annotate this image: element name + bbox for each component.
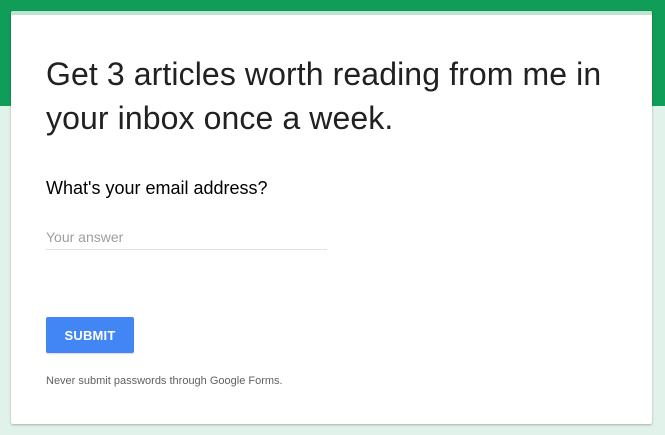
card-accent-bar <box>11 11 652 15</box>
password-disclaimer: Never submit passwords through Google Fo… <box>46 375 283 387</box>
question-label: What's your email address? <box>46 178 268 198</box>
submit-button[interactable]: SUBMIT <box>46 317 134 353</box>
form-title: Get 3 articles worth reading from me in … <box>46 56 602 136</box>
form-card: Get 3 articles worth reading from me in … <box>11 11 652 424</box>
email-answer-input[interactable] <box>46 225 327 250</box>
